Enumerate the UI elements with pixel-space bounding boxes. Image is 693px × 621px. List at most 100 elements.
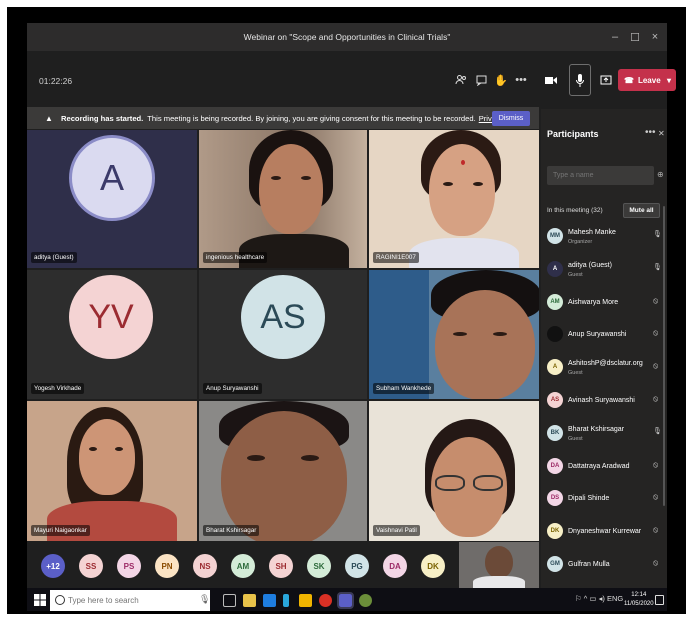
- app-icon[interactable]: [283, 594, 289, 607]
- banner-text: This meeting is being recorded. By joini…: [147, 113, 476, 123]
- microphone-icon[interactable]: 🎙: [653, 427, 662, 435]
- windows-taskbar: 🎙 ⚐ ^ ▭ ◂) ENG 12:14 11/05/2020: [27, 588, 667, 611]
- video-tile[interactable]: Mayuri Naigaonkar: [27, 401, 197, 541]
- microphone-muted-icon[interactable]: ⦸: [653, 525, 658, 535]
- avatar: BK: [547, 424, 563, 441]
- dropbox-icon[interactable]: [263, 594, 276, 607]
- participant-row[interactable]: AS Avinash Suryawanshi ⦸: [541, 387, 665, 417]
- close-icon[interactable]: ✕: [658, 129, 665, 138]
- maximize-icon[interactable]: ☐: [625, 23, 645, 51]
- microphone-button[interactable]: [569, 64, 591, 96]
- store-icon[interactable]: [243, 594, 256, 607]
- avatar: DS: [547, 490, 563, 507]
- participant-row[interactable]: DA Dattatraya Aradwad ⦸: [541, 453, 665, 483]
- scrollbar[interactable]: [663, 206, 665, 506]
- language-indicator: ENG: [606, 594, 624, 603]
- participant-row[interactable]: A AshitoshP@dsclatur.org Guest ⦸: [541, 354, 665, 384]
- app-icon[interactable]: [359, 594, 372, 607]
- video-tile[interactable]: YV Yogesh Virkhade: [27, 270, 197, 399]
- participant-role: Guest: [568, 435, 583, 442]
- participant-chip[interactable]: DA: [383, 554, 407, 578]
- participant-name: Mahesh Manke: [568, 229, 616, 236]
- participant-name: Mayuri Naigaonkar: [31, 525, 90, 536]
- raise-hand-icon[interactable]: ✋: [491, 70, 511, 90]
- participant-chip[interactable]: PS: [117, 554, 141, 578]
- video-tile[interactable]: A aditya (Guest): [27, 130, 197, 268]
- overflow-participants-chip[interactable]: +12: [41, 554, 65, 578]
- task-view-icon[interactable]: [223, 594, 236, 607]
- panel-title: Participants: [547, 129, 599, 139]
- show-participants-icon[interactable]: [451, 70, 471, 90]
- participant-name: Bharat Kshirsagar: [568, 425, 625, 433]
- avatar: A: [547, 260, 563, 277]
- participant-chip[interactable]: PN: [155, 554, 179, 578]
- participant-row[interactable]: BK Bharat Kshirsagar Guest 🎙: [541, 420, 665, 450]
- chevron-down-icon[interactable]: ▾: [667, 76, 671, 85]
- participant-row[interactable]: AM Aishwarya More ⦸: [541, 289, 665, 319]
- microphone-muted-icon[interactable]: ⦸: [653, 361, 658, 371]
- microphone-icon[interactable]: 🎙: [199, 594, 210, 605]
- self-view-video[interactable]: [459, 542, 539, 588]
- share-screen-icon[interactable]: [596, 70, 616, 90]
- more-options-icon[interactable]: •••: [645, 127, 656, 138]
- video-tile[interactable]: AS Anup Suryawanshi: [199, 270, 367, 399]
- avatar: [547, 326, 563, 343]
- notifications-icon[interactable]: [655, 595, 664, 605]
- participant-name: Anup Suryawanshi: [568, 331, 627, 339]
- in-meeting-count: In this meeting (32): [547, 207, 603, 214]
- windows-start-icon[interactable]: [34, 594, 46, 606]
- microphone-icon[interactable]: 🎙: [653, 230, 662, 238]
- microphone-muted-icon[interactable]: ⦸: [653, 460, 658, 470]
- participant-chip[interactable]: NS: [193, 554, 217, 578]
- microphone-muted-icon[interactable]: ⦸: [653, 492, 658, 502]
- system-tray[interactable]: ⚐ ^ ▭ ◂) ENG: [575, 594, 623, 603]
- microphone-muted-icon[interactable]: ⦸: [653, 394, 658, 404]
- share-invite-icon[interactable]: ⊕: [657, 170, 664, 179]
- avatar: A: [69, 135, 155, 221]
- participant-name: Dattatraya Aradwad: [568, 462, 630, 470]
- close-icon[interactable]: ×: [645, 23, 665, 51]
- file-explorer-icon[interactable]: [299, 594, 312, 607]
- leave-button[interactable]: ☎ Leave ▾: [618, 69, 676, 91]
- participant-chip[interactable]: SK: [307, 554, 331, 578]
- participant-search-input[interactable]: [547, 166, 654, 185]
- video-tile[interactable]: Subham Wankhede: [369, 270, 539, 399]
- taskbar-search-input[interactable]: [50, 590, 210, 611]
- microphone-muted-icon[interactable]: ⦸: [653, 296, 658, 306]
- participant-row[interactable]: Aaditya (Guest) Guest 🎙: [541, 256, 665, 286]
- participant-name: Dipali Shinde: [568, 495, 610, 503]
- avatar: AS: [547, 392, 563, 408]
- more-actions-icon[interactable]: •••: [511, 70, 531, 90]
- microphone-muted-icon[interactable]: ⦸: [653, 558, 658, 568]
- participant-name: RAGINI1E007: [373, 252, 419, 263]
- microphone-icon[interactable]: 🎙: [653, 263, 662, 271]
- participant-row[interactable]: DS Dipali Shinde ⦸: [541, 485, 665, 515]
- participant-name: ingenious healthcare: [203, 252, 268, 263]
- participant-row[interactable]: MM Mahesh Manke Organizer 🎙: [541, 223, 665, 253]
- camera-icon[interactable]: [541, 70, 561, 90]
- participant-name: Gulfran Mulla: [568, 561, 610, 568]
- participant-chip[interactable]: SH: [269, 554, 293, 578]
- participant-row[interactable]: Anup Suryawanshi ⦸: [541, 321, 665, 351]
- minimize-icon[interactable]: –: [605, 23, 625, 51]
- video-tile[interactable]: ingenious healthcare: [199, 130, 367, 268]
- participant-chip[interactable]: DK: [421, 554, 445, 578]
- video-tile[interactable]: RAGINI1E007: [369, 130, 539, 268]
- participant-name: Subham Wankhede: [373, 383, 435, 394]
- dismiss-button[interactable]: Dismiss: [492, 111, 530, 126]
- mute-all-button[interactable]: Mute all: [623, 203, 660, 218]
- teams-icon[interactable]: [337, 592, 354, 609]
- chrome-icon[interactable]: [319, 594, 332, 607]
- avatar: DA: [547, 457, 563, 474]
- participant-chip[interactable]: PG: [345, 554, 369, 578]
- video-tile[interactable]: Vaishnavi Patil: [369, 401, 539, 541]
- clock[interactable]: 12:14 11/05/2020: [624, 591, 654, 609]
- video-tile[interactable]: Bharat Kshirsagar: [199, 401, 367, 541]
- participant-chip[interactable]: AM: [231, 554, 255, 578]
- microphone-muted-icon[interactable]: ⦸: [653, 328, 658, 338]
- participant-chip[interactable]: SS: [79, 554, 103, 578]
- participant-row[interactable]: GM Gulfran Mulla ⦸: [541, 551, 665, 581]
- participant-row[interactable]: DK Dnyaneshwar Kurrewar ⦸: [541, 518, 665, 548]
- teams-window: Webinar on "Scope and Opportunities in C…: [27, 23, 676, 611]
- chat-icon[interactable]: [471, 70, 491, 90]
